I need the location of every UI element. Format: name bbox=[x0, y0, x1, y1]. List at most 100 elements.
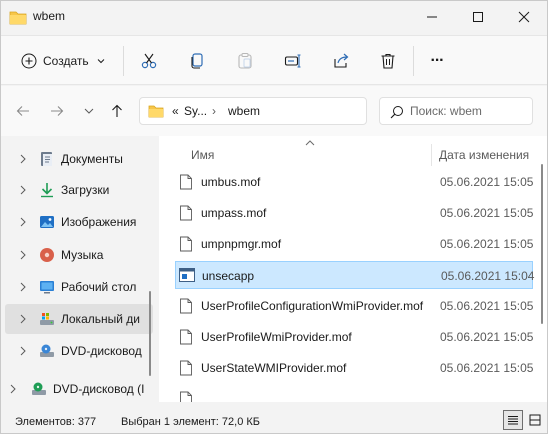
sidebar-item-label: Локальный ди bbox=[61, 312, 140, 326]
desktop-icon bbox=[40, 281, 54, 294]
details-view-button[interactable] bbox=[503, 410, 523, 430]
sidebar-item-label: Документы bbox=[61, 152, 123, 166]
title-bar: wbem bbox=[1, 1, 547, 33]
chevron-right-icon[interactable] bbox=[19, 185, 27, 195]
file-row-selected[interactable]: unsecapp 05.06.2021 15:04 bbox=[175, 261, 535, 289]
command-bar: Создать ··· bbox=[1, 35, 547, 85]
file-name: umpass.mof bbox=[201, 206, 267, 220]
column-divider[interactable] bbox=[431, 144, 432, 166]
breadcrumb-parent[interactable]: Sy... bbox=[184, 104, 207, 118]
back-arrow-icon[interactable] bbox=[15, 103, 31, 119]
chevron-right-icon[interactable] bbox=[19, 314, 27, 324]
column-header-name[interactable]: Имя bbox=[191, 148, 214, 162]
file-date: 05.06.2021 15:05 bbox=[440, 330, 534, 344]
file-date: 05.06.2021 15:05 bbox=[440, 206, 534, 220]
breadcrumb-separator[interactable]: › bbox=[212, 104, 216, 118]
file-row[interactable]: UserStateWMIProvider.mof 05.06.2021 15:0… bbox=[175, 354, 533, 382]
create-button[interactable]: Создать bbox=[13, 48, 111, 74]
file-name: unsecapp bbox=[202, 269, 255, 283]
documents-icon bbox=[41, 152, 52, 166]
application-icon bbox=[179, 268, 195, 282]
sidebar-item-label: Изображения bbox=[61, 215, 137, 229]
file-row[interactable]: umbus.mof 05.06.2021 15:05 bbox=[175, 168, 533, 196]
scissors-icon bbox=[141, 53, 157, 69]
up-arrow-icon[interactable] bbox=[109, 103, 125, 119]
breadcrumb-overflow[interactable]: « bbox=[172, 104, 179, 118]
file-name: UserProfileConfigurationWmiProvider.mof bbox=[201, 299, 424, 313]
address-bar[interactable]: « Sy... › wbem bbox=[139, 97, 367, 125]
sidebar-item-label: Загрузки bbox=[61, 183, 110, 197]
file-icon bbox=[180, 360, 192, 376]
toolbar-divider bbox=[123, 46, 124, 76]
file-list: Имя Дата изменения umbus.mof 05.06.2021 … bbox=[159, 136, 547, 402]
tiles-view-button[interactable] bbox=[525, 410, 545, 430]
chevron-right-icon[interactable] bbox=[19, 250, 27, 260]
close-icon bbox=[518, 11, 530, 23]
chevron-down-icon[interactable] bbox=[81, 103, 97, 119]
delete-button[interactable] bbox=[376, 49, 400, 73]
minimize-icon bbox=[427, 16, 437, 18]
chevron-right-icon[interactable] bbox=[19, 346, 27, 356]
share-icon bbox=[334, 53, 349, 68]
file-name: umbus.mof bbox=[201, 175, 261, 189]
file-date: 05.06.2021 15:04 bbox=[441, 269, 535, 283]
item-count: Элементов: 377 bbox=[15, 416, 97, 428]
copy-button[interactable] bbox=[185, 49, 209, 73]
chevron-right-icon[interactable] bbox=[19, 282, 27, 292]
folder-icon bbox=[9, 11, 27, 25]
cut-button[interactable] bbox=[137, 49, 161, 73]
file-row[interactable]: umpass.mof 05.06.2021 15:05 bbox=[175, 199, 533, 227]
rename-icon bbox=[284, 54, 301, 68]
share-button[interactable] bbox=[329, 49, 353, 73]
music-icon bbox=[40, 248, 54, 262]
more-options-button[interactable]: ··· bbox=[425, 49, 449, 73]
sort-ascending-icon bbox=[305, 140, 315, 146]
plus-icon bbox=[21, 53, 37, 69]
sidebar-item-documents[interactable]: Документы bbox=[1, 144, 153, 174]
sidebar-item-label: DVD-дисковод bbox=[61, 344, 142, 358]
window-title: wbem bbox=[33, 9, 66, 23]
paste-button[interactable] bbox=[233, 49, 257, 73]
sidebar-item-pictures[interactable]: Изображения bbox=[1, 207, 153, 237]
sidebar-item-label: Музыка bbox=[61, 248, 104, 262]
file-list-scrollbar[interactable] bbox=[541, 164, 543, 324]
close-button[interactable] bbox=[501, 1, 547, 33]
minimize-button[interactable] bbox=[409, 1, 455, 33]
pictures-icon bbox=[40, 216, 54, 228]
chevron-right-icon[interactable] bbox=[19, 154, 27, 164]
more-icon: ··· bbox=[430, 52, 445, 69]
sidebar-scrollbar[interactable] bbox=[149, 291, 151, 376]
rename-button[interactable] bbox=[281, 49, 305, 73]
sidebar-item-dvd-drive[interactable]: DVD-дисковод bbox=[1, 336, 153, 366]
maximize-button[interactable] bbox=[455, 1, 501, 33]
sidebar-item-local-disk[interactable]: Локальный ди bbox=[5, 304, 153, 334]
forward-arrow-icon[interactable] bbox=[49, 103, 65, 119]
navigation-pane: Документы Загрузки Изображения Музыка Ра… bbox=[1, 136, 157, 402]
sidebar-item-label: Рабочий стол bbox=[61, 280, 137, 294]
copy-icon bbox=[191, 53, 203, 69]
chevron-right-icon[interactable] bbox=[19, 217, 27, 227]
chevron-down-icon bbox=[97, 59, 104, 64]
file-date: 05.06.2021 15:05 bbox=[440, 299, 534, 313]
file-row[interactable] bbox=[175, 385, 533, 402]
search-box[interactable] bbox=[379, 97, 533, 125]
chevron-right-icon[interactable] bbox=[9, 384, 17, 394]
column-header-date[interactable]: Дата изменения bbox=[439, 148, 529, 162]
file-icon bbox=[180, 329, 192, 345]
sidebar-item-dvd-drive-2[interactable]: DVD-дисковод (I bbox=[1, 374, 153, 404]
explorer-window: wbem Создать ··· « Sy... › wbem Поиск: w… bbox=[0, 0, 548, 434]
file-date: 05.06.2021 15:05 bbox=[440, 361, 534, 375]
folder-icon bbox=[148, 105, 164, 118]
search-input[interactable] bbox=[410, 103, 528, 119]
file-row[interactable]: umpnpmgr.mof 05.06.2021 15:05 bbox=[175, 230, 533, 258]
file-date: 05.06.2021 15:05 bbox=[440, 175, 534, 189]
breadcrumb-current[interactable]: wbem bbox=[228, 104, 260, 118]
sidebar-item-desktop[interactable]: Рабочий стол bbox=[1, 272, 153, 302]
file-name: UserProfileWmiProvider.mof bbox=[201, 330, 352, 344]
sidebar-item-downloads[interactable]: Загрузки bbox=[1, 175, 153, 205]
file-row[interactable]: UserProfileWmiProvider.mof 05.06.2021 15… bbox=[175, 323, 533, 351]
sidebar-item-music[interactable]: Музыка bbox=[1, 240, 153, 270]
create-label: Создать bbox=[43, 54, 89, 68]
delete-icon bbox=[381, 53, 395, 69]
file-row[interactable]: UserProfileConfigurationWmiProvider.mof … bbox=[175, 292, 533, 320]
